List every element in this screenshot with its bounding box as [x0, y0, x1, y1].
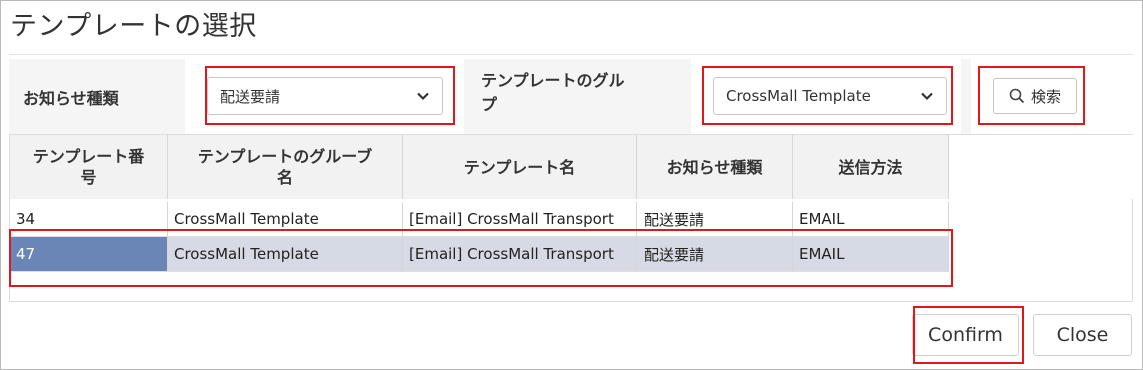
template-group-label: テンプレートのグル プ — [481, 71, 625, 114]
header-template-group[interactable]: テンプレートのグルーブ 名 — [168, 135, 403, 199]
template-group-select[interactable]: CrossMall Template — [713, 77, 947, 115]
header-send-method[interactable]: 送信方法 — [793, 135, 949, 199]
header-notice-type[interactable]: お知らせ種類 — [637, 135, 793, 199]
header-filler — [949, 135, 1133, 199]
notice-type-select[interactable]: 配送要請 — [207, 77, 443, 115]
cell-send-method: EMAIL — [793, 202, 949, 237]
cell-notice-type: 配送要請 — [637, 202, 793, 237]
cell-template-name: [Email] CrossMall Transport — [403, 202, 637, 237]
title-divider — [9, 54, 1133, 55]
header-template-number[interactable]: テンプレート番 号 — [10, 135, 168, 199]
template-table: テンプレート番 号 テンプレートのグルーブ 名 テンプレート名 お知らせ種類 送… — [9, 134, 1133, 302]
chevron-down-icon — [921, 92, 933, 101]
search-label: 検索 — [1030, 87, 1061, 106]
chevron-down-icon — [417, 92, 429, 101]
cell-notice-type: 配送要請 — [637, 237, 793, 272]
table-row-selected[interactable]: 47 CrossMall Template [Email] CrossMall … — [10, 237, 949, 272]
dialog-title: テンプレートの選択 — [10, 11, 257, 42]
table-row[interactable]: 34 CrossMall Template [Email] CrossMall … — [10, 202, 949, 237]
confirm-label: Confirm — [928, 324, 1003, 346]
cell-template-number: 47 — [10, 237, 168, 272]
search-icon — [1009, 88, 1025, 104]
close-button[interactable]: Close — [1033, 314, 1132, 356]
search-button[interactable]: 検索 — [993, 78, 1077, 114]
cell-send-method: EMAIL — [793, 237, 949, 272]
filter-bar: お知らせ種類 配送要請 テンプレートのグル プ CrossMall Templa… — [9, 59, 1133, 134]
notice-type-label: お知らせ種類 — [23, 89, 119, 108]
close-label: Close — [1056, 324, 1109, 346]
template-group-value: CrossMall Template — [726, 87, 871, 105]
confirm-button[interactable]: Confirm — [912, 314, 1019, 356]
cell-template-name: [Email] CrossMall Transport — [403, 237, 637, 272]
template-select-dialog: テンプレートの選択 お知らせ種類 配送要請 テンプレートのグル プ CrossM… — [0, 0, 1143, 370]
cell-template-number: 34 — [10, 202, 168, 237]
cell-template-group: CrossMall Template — [168, 237, 403, 272]
header-template-name[interactable]: テンプレート名 — [403, 135, 637, 199]
notice-type-value: 配送要請 — [220, 87, 281, 106]
cell-template-group: CrossMall Template — [168, 202, 403, 237]
